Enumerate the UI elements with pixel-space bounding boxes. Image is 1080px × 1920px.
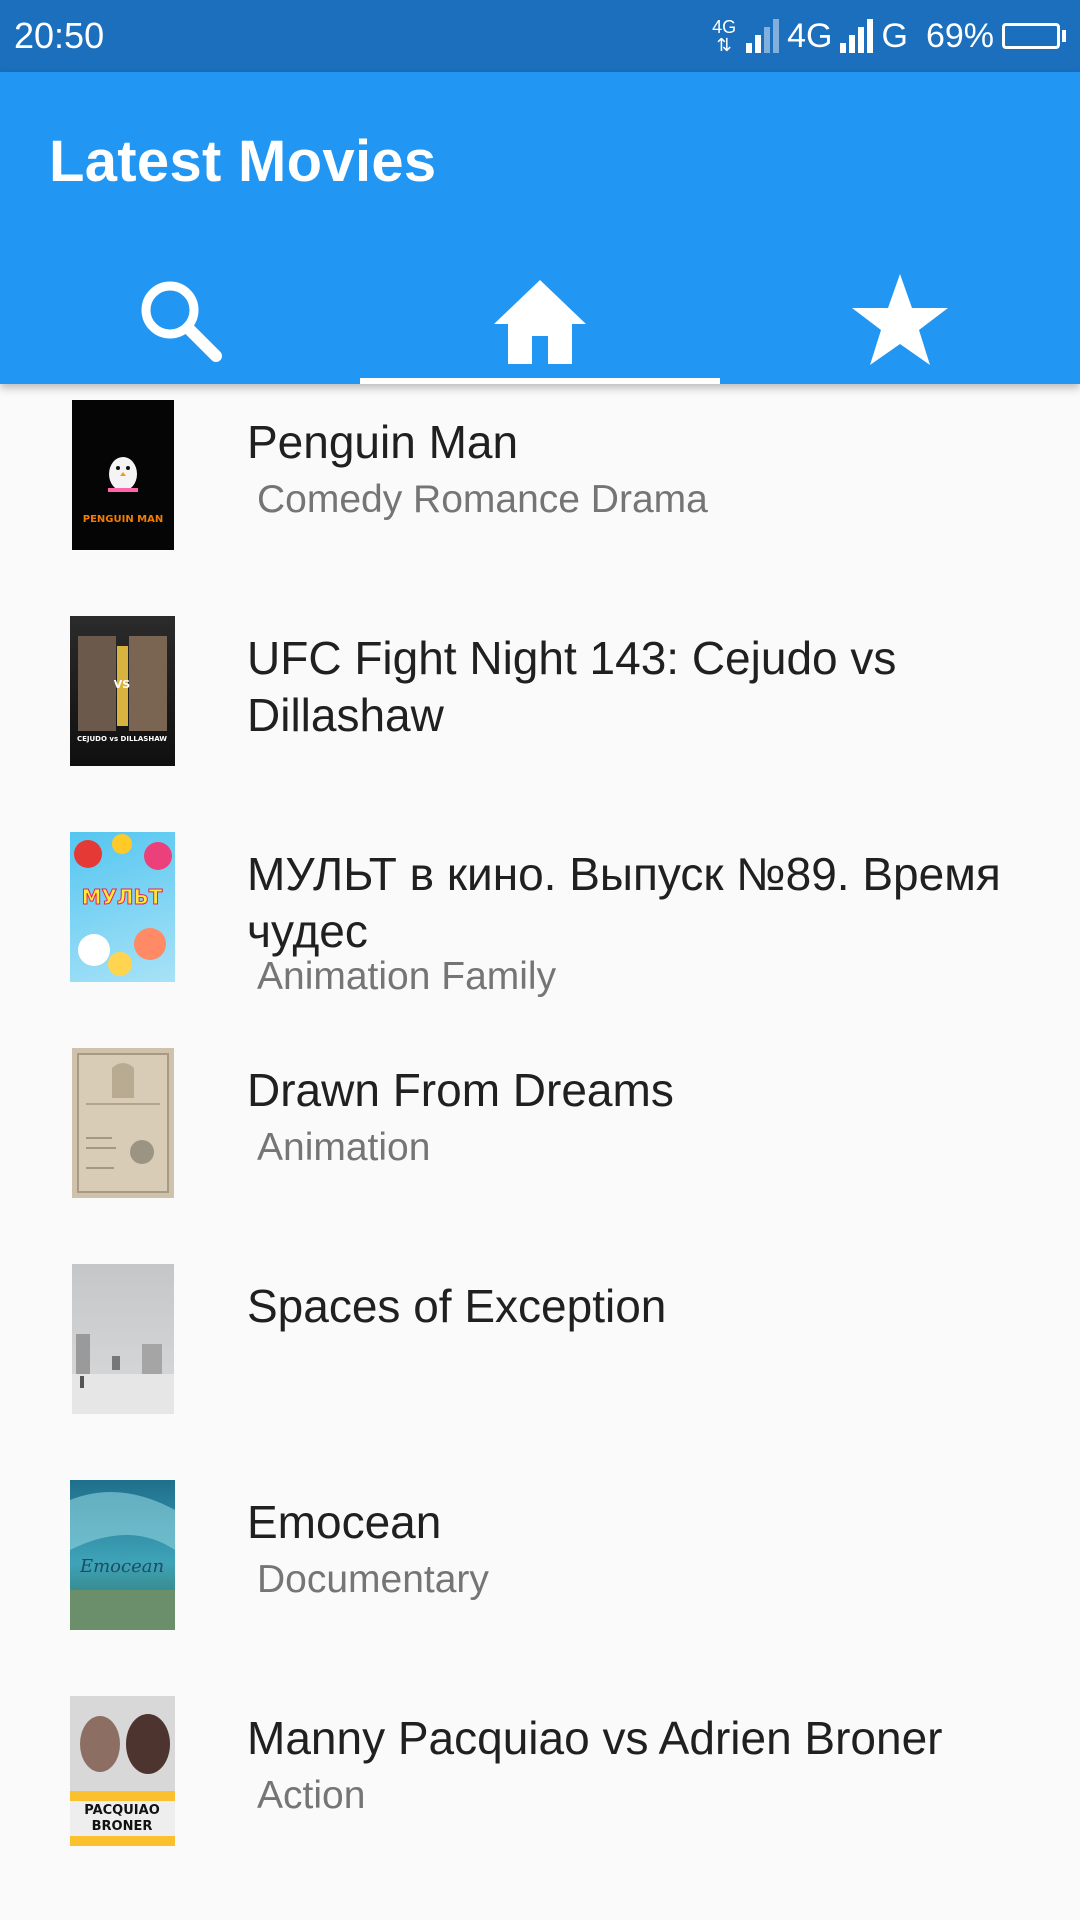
movie-title: Penguin Man [247, 416, 519, 468]
movie-poster [72, 1264, 174, 1414]
tab-home[interactable] [360, 256, 720, 384]
network-type-1: 4G [787, 16, 833, 55]
signal-strength-icon [746, 19, 780, 53]
movie-genres: Animation Family [257, 955, 557, 998]
tab-bar [0, 256, 1080, 384]
svg-text:VS: VS [114, 678, 131, 691]
movie-poster [72, 1048, 174, 1198]
movie-item[interactable]: PACQUIAO BRONER Manny Pacquiao vs Adrien… [0, 1680, 1080, 1896]
poster-caption: PENGUIN MAN [83, 514, 164, 525]
movie-genres: Documentary [257, 1558, 489, 1601]
battery-percent: 69% [925, 16, 994, 55]
movie-item[interactable]: Emocean Emocean Documentary [0, 1464, 1080, 1680]
movie-poster: VS CEJUDO vs DILLASHAW [70, 616, 175, 766]
tab-favorites[interactable] [720, 256, 1080, 384]
tab-search[interactable] [0, 256, 360, 384]
movie-title: Manny Pacquiao vs Adrien Broner [247, 1712, 943, 1764]
data-arrows-icon: ⇅ [716, 35, 732, 55]
status-time: 20:50 [14, 15, 105, 56]
movie-genres: Comedy Romance Drama [257, 478, 708, 521]
status-bar: 20:50 4G ⇅ 4G G 69% [0, 0, 1080, 72]
home-icon [494, 280, 586, 364]
movie-item[interactable]: МУЛЬТ МУЛЬТ в кино. Выпуск №89. Время чу… [0, 816, 1080, 1032]
movie-item[interactable]: PENGUIN MAN Penguin Man Comedy Romance D… [0, 384, 1080, 600]
movie-title: Drawn From Dreams [247, 1064, 674, 1116]
signal-strength-icon-2 [840, 19, 874, 53]
poster-caption: PACQUIAO [84, 1803, 160, 1818]
movie-title: UFC Fight Night 143: Cejudo vs Dillashaw [247, 632, 897, 741]
app-bar: Latest Movies [0, 72, 1080, 384]
poster-caption: Emocean [79, 1556, 164, 1577]
movie-item[interactable]: VS CEJUDO vs DILLASHAW UFC Fight Night 1… [0, 600, 1080, 816]
movie-title: МУЛЬТ в кино. Выпуск №89. Время чудес [247, 848, 1001, 957]
movie-item[interactable]: Drawn From Dreams Animation [0, 1032, 1080, 1248]
poster-caption: CEJUDO vs DILLASHAW [77, 735, 167, 743]
status-indicators: 4G ⇅ 4G G 69% [712, 17, 1066, 56]
network-type-2: G [881, 16, 908, 55]
poster-caption: BRONER [92, 1819, 153, 1834]
movie-poster: PENGUIN MAN [72, 400, 174, 550]
movie-title: Emocean [247, 1496, 442, 1548]
search-icon [141, 281, 222, 362]
star-icon [852, 274, 948, 365]
poster-caption: МУЛЬТ [82, 885, 163, 909]
movie-poster: МУЛЬТ [70, 832, 175, 982]
movie-poster: Emocean [70, 1480, 175, 1630]
movie-genres: Animation [257, 1126, 431, 1169]
movie-genres: Action [257, 1774, 366, 1817]
movie-title: Spaces of Exception [247, 1280, 667, 1332]
movie-poster: PACQUIAO BRONER [70, 1696, 175, 1846]
battery-icon [1002, 23, 1066, 49]
page-title: Latest Movies [49, 129, 437, 194]
network-type-small: 4G ⇅ [712, 17, 737, 55]
movie-item[interactable]: Spaces of Exception [0, 1248, 1080, 1464]
